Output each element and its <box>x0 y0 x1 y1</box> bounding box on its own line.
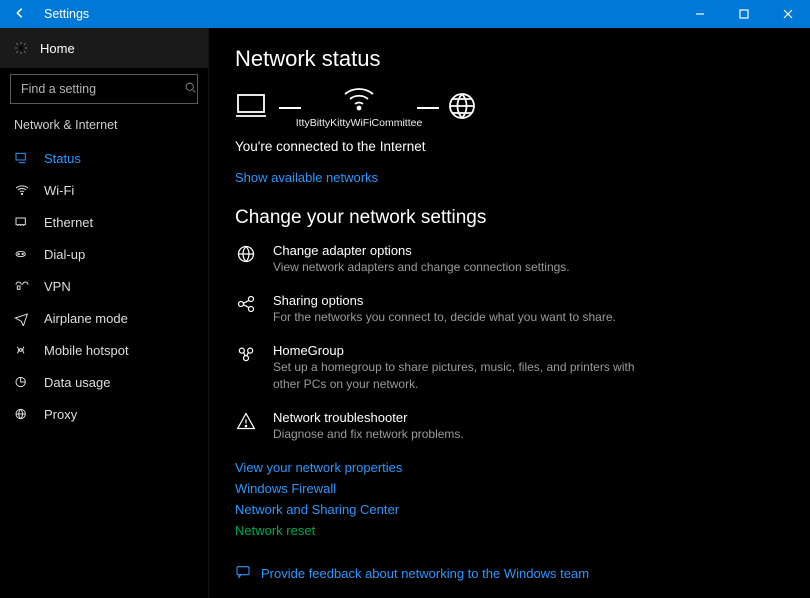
sidebar: Home Network & Internet Status Wi-Fi Eth… <box>0 28 209 598</box>
sidebar-item-status[interactable]: Status <box>0 142 208 174</box>
sidebar-item-label: Dial-up <box>44 247 85 262</box>
setting-sharing-options[interactable]: Sharing options For the networks you con… <box>235 293 665 325</box>
sidebar-item-datausage[interactable]: Data usage <box>0 366 208 398</box>
sharing-center-link[interactable]: Network and Sharing Center <box>235 502 790 517</box>
globe-icon <box>447 91 477 124</box>
homegroup-icon <box>235 343 257 391</box>
setting-title: Sharing options <box>273 293 665 308</box>
setting-desc: Set up a homegroup to share pictures, mu… <box>273 359 665 391</box>
connector-line <box>279 107 301 109</box>
wifi-large-icon <box>342 86 376 115</box>
connector-line <box>417 107 439 109</box>
sharing-icon <box>235 293 257 325</box>
minimize-button[interactable] <box>678 0 722 28</box>
setting-adapter-options[interactable]: Change adapter options View network adap… <box>235 243 665 275</box>
sidebar-item-ethernet[interactable]: Ethernet <box>0 206 208 238</box>
network-diagram: IttyBittyKittyWiFiCommittee <box>235 86 790 129</box>
gear-icon <box>14 41 28 55</box>
firewall-link[interactable]: Windows Firewall <box>235 481 790 496</box>
sidebar-item-label: Wi-Fi <box>44 183 74 198</box>
feedback-link[interactable]: Provide feedback about networking to the… <box>235 564 790 583</box>
setting-desc: Diagnose and fix network problems. <box>273 426 665 442</box>
content-pane: Network status IttyBittyKittyWiFiCommitt… <box>209 28 810 598</box>
setting-troubleshooter[interactable]: Network troubleshooter Diagnose and fix … <box>235 410 665 442</box>
sidebar-item-label: Status <box>44 151 81 166</box>
warning-icon <box>235 410 257 442</box>
sidebar-item-airplane[interactable]: Airplane mode <box>0 302 208 334</box>
sidebar-item-wifi[interactable]: Wi-Fi <box>0 174 208 206</box>
computer-icon <box>235 91 271 124</box>
sidebar-item-hotspot[interactable]: Mobile hotspot <box>0 334 208 366</box>
hotspot-icon <box>14 342 30 358</box>
maximize-button[interactable] <box>722 0 766 28</box>
home-button[interactable]: Home <box>0 28 208 68</box>
adapter-icon <box>235 243 257 275</box>
setting-homegroup[interactable]: HomeGroup Set up a homegroup to share pi… <box>235 343 665 391</box>
sidebar-item-label: Ethernet <box>44 215 93 230</box>
page-title: Network status <box>235 46 790 72</box>
back-button[interactable] <box>8 6 32 23</box>
setting-title: Network troubleshooter <box>273 410 665 425</box>
airplane-icon <box>14 310 30 326</box>
search-input[interactable] <box>19 81 184 97</box>
close-button[interactable] <box>766 0 810 28</box>
data-usage-icon <box>14 374 30 390</box>
wifi-icon <box>14 182 30 198</box>
sidebar-item-proxy[interactable]: Proxy <box>0 398 208 430</box>
sidebar-item-label: Proxy <box>44 407 77 422</box>
sidebar-item-label: Data usage <box>44 375 111 390</box>
setting-desc: For the networks you connect to, decide … <box>273 309 665 325</box>
search-box[interactable] <box>10 74 198 104</box>
ethernet-icon <box>14 214 30 230</box>
view-properties-link[interactable]: View your network properties <box>235 460 790 475</box>
setting-title: HomeGroup <box>273 343 665 358</box>
dialup-icon <box>14 246 30 262</box>
show-networks-link[interactable]: Show available networks <box>235 170 790 185</box>
sidebar-item-label: Airplane mode <box>44 311 128 326</box>
section-heading: Change your network settings <box>235 207 790 229</box>
connection-status: You're connected to the Internet <box>235 139 790 154</box>
category-label: Network & Internet <box>0 114 208 142</box>
sidebar-item-label: Mobile hotspot <box>44 343 129 358</box>
setting-title: Change adapter options <box>273 243 665 258</box>
sidebar-item-label: VPN <box>44 279 71 294</box>
status-icon <box>14 150 30 166</box>
vpn-icon <box>14 278 30 294</box>
proxy-icon <box>14 406 30 422</box>
wifi-ssid: IttyBittyKittyWiFiCommittee <box>296 117 423 129</box>
search-icon <box>184 81 197 97</box>
sidebar-item-dialup[interactable]: Dial-up <box>0 238 208 270</box>
feedback-label: Provide feedback about networking to the… <box>261 566 589 581</box>
titlebar: Settings <box>0 0 810 28</box>
window-title: Settings <box>44 7 89 21</box>
feedback-icon <box>235 564 251 583</box>
home-label: Home <box>40 41 75 56</box>
network-reset-link[interactable]: Network reset <box>235 523 790 538</box>
sidebar-item-vpn[interactable]: VPN <box>0 270 208 302</box>
setting-desc: View network adapters and change connect… <box>273 259 665 275</box>
